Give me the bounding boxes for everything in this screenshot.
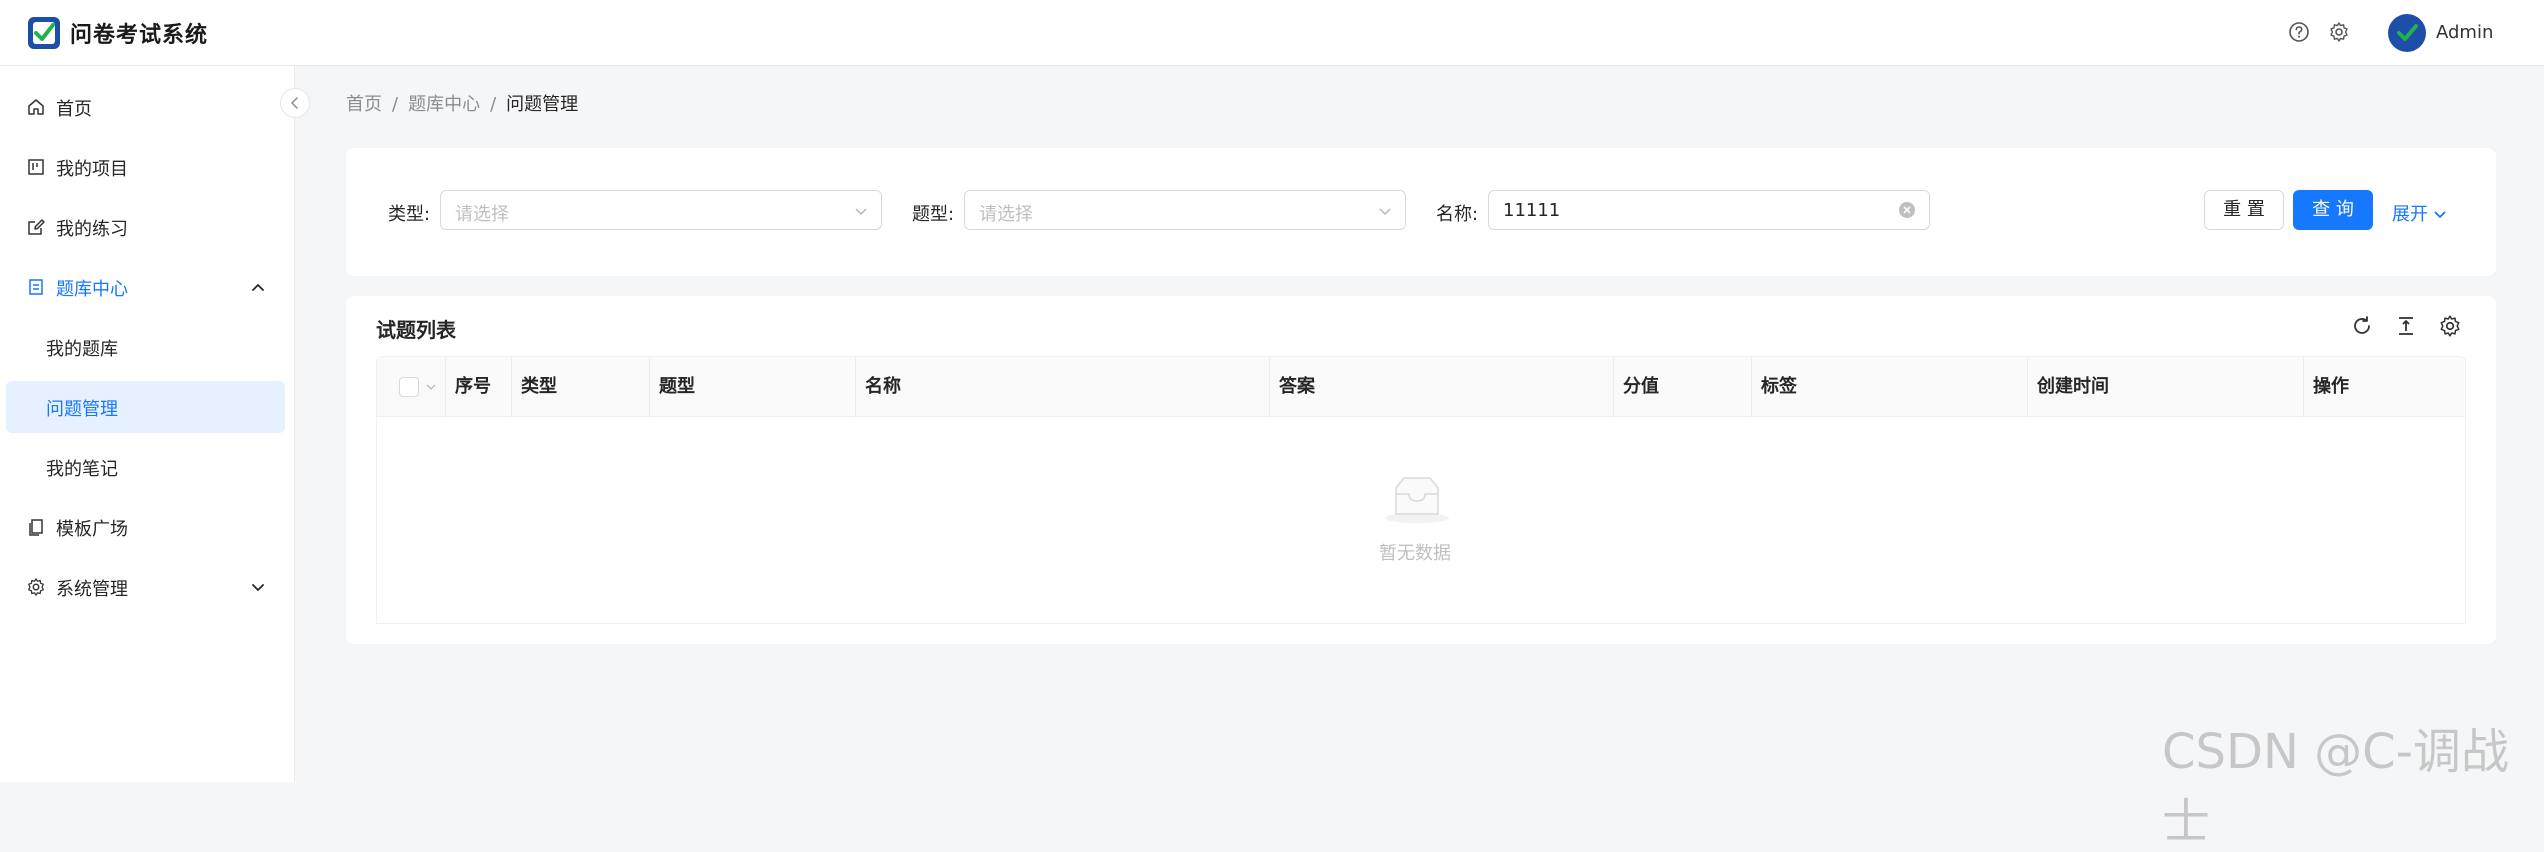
column-divider: [1613, 357, 1614, 417]
project-board-icon: [28, 159, 44, 175]
edit-icon: [28, 219, 45, 235]
sidebar-item-label: 题库中心: [56, 279, 128, 300]
question-type-filter-label: 题型:: [912, 204, 955, 225]
name-filter-label: 名称:: [1436, 204, 1479, 225]
chevron-up-icon: [252, 283, 264, 291]
sidebar-item-question-management[interactable]: 问题管理: [6, 381, 285, 433]
column-header-type: 类型: [521, 376, 557, 397]
sidebar-item-question-bank-center[interactable]: 题库中心: [6, 261, 285, 313]
sidebar-item-my-projects[interactable]: 我的项目: [6, 141, 285, 193]
sidebar-item-system-management[interactable]: 系统管理: [6, 561, 285, 613]
column-header-created-time: 创建时间: [2037, 376, 2109, 397]
sidebar: 首页 我的项目 我的练习 题库中心 我的题库 问题管理 我的笔记 模板广场 系统…: [0, 66, 295, 782]
column-divider: [649, 357, 650, 417]
copy-icon: [29, 519, 43, 536]
empty-inbox-icon: [1385, 477, 1449, 523]
type-select-placeholder: 请选择: [455, 204, 509, 225]
empty-state-text: 暂无数据: [1379, 543, 1451, 564]
sidebar-item-label: 我的笔记: [46, 459, 118, 480]
column-divider: [855, 357, 856, 417]
sidebar-item-label: 我的题库: [46, 339, 118, 360]
sidebar-item-my-practice[interactable]: 我的练习: [6, 201, 285, 253]
breadcrumb-separator: /: [392, 94, 399, 115]
column-header-index: 序号: [455, 376, 491, 397]
settings-gear-icon[interactable]: [2328, 21, 2350, 43]
breadcrumb-separator: /: [490, 94, 497, 115]
help-icon[interactable]: [2288, 21, 2310, 43]
home-icon: [28, 99, 44, 115]
expand-link[interactable]: 展开: [2392, 200, 2448, 226]
name-input[interactable]: 11111: [1488, 190, 1930, 230]
type-filter-label: 类型:: [388, 204, 431, 225]
sidebar-item-label: 问题管理: [46, 399, 118, 420]
avatar-check-icon: [2397, 24, 2418, 41]
column-divider: [2027, 357, 2028, 417]
chevron-down-icon: [855, 208, 867, 216]
breadcrumb-item-home[interactable]: 首页: [346, 94, 382, 115]
user-name[interactable]: Admin: [2436, 22, 2493, 43]
watermark: CSDN @C-调战士: [2162, 724, 2509, 850]
column-divider: [511, 357, 512, 417]
chevron-down-icon: [252, 584, 264, 592]
column-header-answer: 答案: [1279, 376, 1315, 397]
question-type-select[interactable]: 请选择: [964, 190, 1406, 230]
gear-icon: [28, 578, 44, 596]
chevron-down-icon: [2434, 211, 2446, 219]
name-input-value: 11111: [1503, 200, 1561, 221]
chevron-down-icon[interactable]: [425, 381, 437, 393]
column-divider: [445, 357, 446, 417]
app-title: 问卷考试系统: [70, 23, 209, 48]
table-header-row: 序号 类型 题型 名称 答案 分值 标签 创建时间 操作: [377, 357, 2465, 417]
select-all-checkbox[interactable]: [399, 377, 419, 397]
column-header-tags: 标签: [1761, 376, 1797, 397]
sidebar-item-my-notes[interactable]: 我的笔记: [6, 441, 285, 493]
chevron-down-icon: [1379, 208, 1391, 216]
question-table: 序号 类型 题型 名称 答案 分值 标签 创建时间 操作 暂无数据: [376, 356, 2466, 624]
filter-panel: 类型: 请选择 题型: 请选择 名称: 11111 重 置 查 询 展开: [346, 148, 2496, 276]
reset-button[interactable]: 重 置: [2204, 190, 2284, 230]
table-settings-icon[interactable]: [2438, 314, 2462, 338]
table-title: 试题列表: [376, 318, 456, 342]
sidebar-item-label: 我的项目: [56, 159, 128, 180]
refresh-icon[interactable]: [2350, 314, 2374, 338]
expand-label: 展开: [2392, 204, 2428, 225]
breadcrumb: 首页 / 题库中心 / 问题管理: [346, 90, 578, 116]
clear-icon[interactable]: [1899, 202, 1915, 218]
checkbox-logo-icon: [28, 17, 60, 49]
chevron-left-icon: [290, 97, 298, 109]
sidebar-item-label: 我的练习: [56, 219, 128, 240]
column-header-question-type: 题型: [659, 376, 695, 397]
column-divider: [1751, 357, 1752, 417]
sidebar-item-label: 首页: [56, 99, 92, 120]
breadcrumb-item-question-bank-center[interactable]: 题库中心: [408, 94, 480, 115]
list-book-icon: [29, 279, 43, 295]
question-list-card: 试题列表 序号 类型 题型 名称 答案 分值 标签 创建时间 操作 暂无数据: [346, 296, 2496, 644]
question-type-select-placeholder: 请选择: [979, 204, 1033, 225]
type-select[interactable]: 请选择: [440, 190, 882, 230]
sidebar-item-my-question-bank[interactable]: 我的题库: [6, 321, 285, 373]
query-button[interactable]: 查 询: [2293, 190, 2373, 230]
column-header-name: 名称: [865, 376, 901, 397]
sidebar-item-label: 系统管理: [56, 579, 128, 600]
column-header-score: 分值: [1623, 376, 1659, 397]
breadcrumb-item-current: 问题管理: [506, 94, 579, 115]
sidebar-collapse-button[interactable]: [280, 88, 310, 118]
top-header: 问卷考试系统 Admin: [0, 0, 2544, 66]
avatar[interactable]: [2388, 14, 2426, 52]
column-header-actions: 操作: [2313, 376, 2349, 397]
sidebar-item-template-square[interactable]: 模板广场: [6, 501, 285, 553]
column-divider: [2303, 357, 2304, 417]
column-divider: [1269, 357, 1270, 417]
column-height-icon[interactable]: [2394, 314, 2418, 338]
sidebar-item-label: 模板广场: [56, 519, 128, 540]
sidebar-item-home[interactable]: 首页: [6, 81, 285, 133]
